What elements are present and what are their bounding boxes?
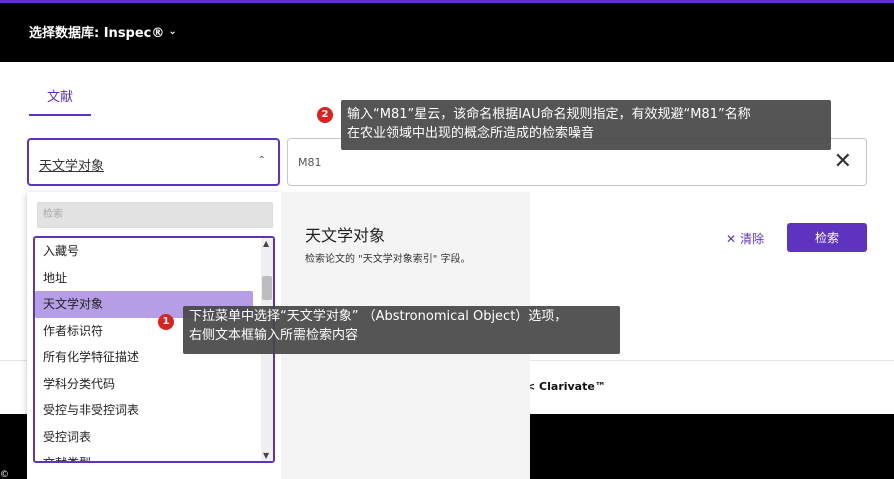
annotation-1-line2: 右侧文本框输入所需检索内容 — [189, 328, 359, 343]
annotation-badge-1: 1 — [158, 314, 174, 330]
field-select-value: 天文学对象 — [39, 159, 105, 174]
database-selector-label: 选择数据库: Inspec® — [29, 26, 165, 41]
search-button[interactable]: 检索 — [787, 223, 867, 252]
tab-documents[interactable]: 文献 — [29, 74, 91, 116]
annotation-1-line1: 下拉菜单中选择“天文学对象” （Abstronomical Object）选项， — [189, 309, 568, 324]
list-item[interactable]: 地址 — [35, 265, 273, 292]
chevron-up-icon: ⌃ — [257, 155, 266, 166]
clear-button[interactable]: ✕ 清除 — [726, 230, 764, 247]
footer-copyright: © — [0, 470, 9, 479]
list-item[interactable]: 入藏号 — [35, 238, 273, 265]
annotation-2-line2: 在农业领域中出现的概念所造成的检索噪音 — [347, 126, 595, 141]
list-item[interactable]: 文献类型 — [35, 450, 273, 461]
scrollbar-thumb[interactable] — [262, 276, 272, 300]
scroll-down-icon[interactable]: ▼ — [263, 451, 269, 460]
header-bar: 选择数据库: Inspec® ⌄ — [0, 3, 894, 62]
scroll-up-icon[interactable]: ▲ — [263, 239, 269, 248]
clear-button-label: 清除 — [740, 232, 765, 246]
clarivate-brand: Clarivate™ — [539, 380, 606, 393]
field-select[interactable]: 天文学对象 ⌃ — [27, 138, 280, 186]
chevron-down-icon: ⌄ — [168, 26, 177, 37]
clear-input-icon[interactable]: ✕ — [834, 149, 852, 175]
annotation-callout-2: 输入“M81”星云，该命名根据IAU命名规则指定，有效规避“M81”名称 在农业… — [341, 100, 831, 150]
help-title: 天文学对象 — [305, 226, 386, 245]
annotation-2-line1: 输入“M81”星云，该命名根据IAU命名规则指定，有效规避“M81”名称 — [347, 107, 751, 122]
search-input-value: M81 — [298, 156, 322, 169]
list-item[interactable]: 受控词表 — [35, 424, 273, 451]
clarivate-logo: < Clarivate™ — [526, 380, 606, 393]
list-item[interactable]: 学科分类代码 — [35, 371, 273, 398]
list-item[interactable]: 受控与非受控词表 — [35, 397, 273, 424]
annotation-badge-2: 2 — [317, 107, 333, 123]
annotation-callout-1: 下拉菜单中选择“天文学对象” （Abstronomical Object）选项，… — [183, 306, 620, 354]
help-description: 检索论文的 "天文学对象索引" 字段。 — [305, 254, 471, 265]
close-icon: ✕ — [726, 231, 737, 246]
tab-active-indicator — [29, 114, 91, 116]
dropdown-search-input[interactable]: 检索 — [37, 202, 273, 228]
database-selector[interactable]: 选择数据库: Inspec® ⌄ — [29, 22, 177, 41]
